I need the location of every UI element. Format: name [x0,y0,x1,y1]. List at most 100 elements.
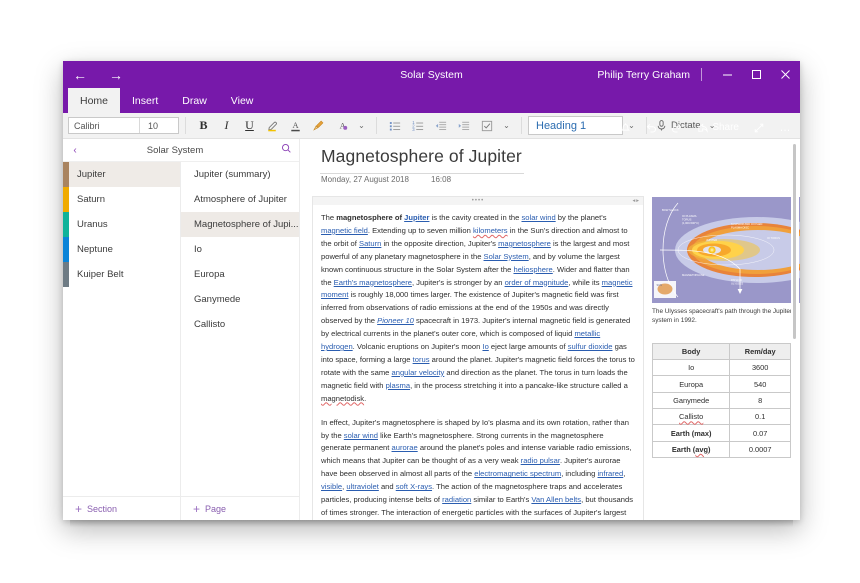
table-row[interactable]: Io 3600 [651,358,791,377]
section-color-bar [63,162,69,187]
content-block[interactable]: •••• ◂▸ The magnetosphere of Jupiter is … [312,196,644,520]
ribbon-tab-strip: Home Insert Draw View Share … [63,88,800,134]
format-painter-icon[interactable] [307,115,330,137]
plus-icon: + [75,501,83,516]
svg-text:MAGNETOPAUSE: MAGNETOPAUSE [682,273,705,277]
table-cell-body: Europa [651,375,731,393]
onenote-window: ← → Solar System Philip Terry Graham Hom… [63,61,800,520]
list-more-chevron-icon[interactable]: ⌄ [498,115,515,137]
page-title[interactable]: Magnetosphere of Jupiter [321,146,522,167]
maximize-button[interactable] [742,61,771,88]
underline-button[interactable]: U [238,115,261,137]
section-label: Saturn [77,194,105,205]
page-scrollbar-thumb[interactable] [793,144,796,339]
title-bar-right: Philip Terry Graham [597,61,800,88]
italic-button[interactable]: I [215,115,238,137]
more-options-icon[interactable]: … [772,115,798,140]
decrease-indent-icon[interactable] [429,115,452,137]
minimize-button[interactable] [713,61,742,88]
table-cell-body: Earth (max) [651,424,731,442]
table-row[interactable]: Ganymede 8 [651,391,791,410]
undo-icon[interactable] [638,115,664,140]
add-section-label: Section [87,503,118,514]
bold-button[interactable]: B [192,115,215,137]
bulleted-list-icon[interactable] [383,115,406,137]
forward-arrow-icon[interactable]: → [105,65,127,85]
highlighter-icon[interactable] [261,115,284,137]
table-cell-body: Io [651,358,731,377]
redo-icon[interactable] [664,115,690,140]
share-button[interactable]: Share [690,115,746,140]
add-section-button[interactable]: + Section [63,497,181,520]
section-item-saturn[interactable]: Saturn [63,187,180,212]
increase-indent-icon[interactable] [452,115,475,137]
page-item-io[interactable]: Io [181,237,299,262]
section-label: Kuiper Belt [77,269,124,280]
section-item-neptune[interactable]: Neptune [63,237,180,262]
figure-caption: The Ulysses spacecraft's path through th… [652,308,793,325]
drag-dots-icon: •••• [471,198,485,204]
page-item-magnetosphere-of-jupiter[interactable]: Magnetosphere of Jupi... [181,212,299,237]
page-item-ganymede[interactable]: Ganymede [181,287,299,312]
search-icon[interactable] [273,143,299,157]
notebook-navigation: ‹ Solar System Jupiter Saturn Uranus Nep… [63,139,300,520]
table-cell-value: 3600 [729,358,791,377]
numbered-list-icon[interactable]: 123 [406,115,429,137]
page-scrollbar[interactable] [791,139,799,520]
tab-insert[interactable]: Insert [120,88,170,113]
add-page-button[interactable]: + Page [181,497,299,520]
page-item-europa[interactable]: Europa [181,262,299,287]
content-block-handle[interactable]: •••• ◂▸ [312,196,644,205]
toolbar-separator-2 [376,117,377,134]
section-item-uranus[interactable]: Uranus [63,212,180,237]
font-name-input[interactable]: Calibri [69,121,139,131]
content-block-body[interactable]: The magnetosphere of Jupiter is the cavi… [312,205,644,520]
resize-handle-icon[interactable]: ◂▸ [632,198,640,204]
table-cell-value: 0.07 [729,424,791,442]
page-canvas[interactable]: Magnetosphere of Jupiter Monday, 27 Augu… [300,139,800,520]
table-cell-value: 540 [729,375,791,393]
page-item-callisto[interactable]: Callisto [181,312,299,337]
svg-text:ULYSSES: ULYSSES [731,282,743,286]
font-more-chevron-icon[interactable]: ⌄ [353,115,370,137]
page-time: 16:08 [431,175,452,184]
tab-view[interactable]: View [219,88,266,113]
app-body: ‹ Solar System Jupiter Saturn Uranus Nep… [63,139,800,520]
clear-formatting-icon[interactable]: A [330,115,353,137]
window-drop-shadow [70,520,793,527]
title-divider [701,68,702,81]
magnetosphere-diagram-image[interactable]: BOW SHOCK IO PLASMA TORUS (1,000-500°C) … [652,197,800,303]
table-row[interactable]: Earth (max) 0.07 [651,424,791,442]
table-row[interactable]: Europa 540 [651,375,791,393]
expand-ribbon-icon[interactable] [746,115,772,140]
back-arrow-icon[interactable]: ← [69,65,91,85]
notebook-name[interactable]: Solar System [77,145,273,156]
radiation-dose-table[interactable]: Body Rem/day Io 3600 Europa 540 Ganymede… [651,342,791,459]
svg-text:SUN: SUN [657,283,663,287]
tab-home[interactable]: Home [68,88,121,113]
section-color-bar [63,262,69,287]
todo-checkbox-icon[interactable] [475,115,498,137]
page-item-atmosphere-of-jupiter[interactable]: Atmosphere of Jupiter [181,187,299,212]
table-row[interactable]: Earth (avg) 0.0007 [651,440,791,459]
paragraph-1: The magnetosphere of Jupiter is the cavi… [321,213,635,403]
user-account-name[interactable]: Philip Terry Graham [597,69,690,81]
svg-text:IO PLASMA: IO PLASMA [682,214,697,218]
tell-me-lightbulb-icon[interactable] [586,115,612,140]
table-row[interactable]: Callisto 0.1 [651,408,791,426]
font-size-input[interactable]: 10 [140,121,178,131]
page-item-jupiter-summary[interactable]: Jupiter (summary) [181,162,299,187]
svg-text:JUPITER: JUPITER [706,238,717,242]
tab-draw[interactable]: Draw [170,88,219,113]
svg-text:PATH OF: PATH OF [731,278,743,282]
app-root: ← → Solar System Philip Terry Graham Hom… [0,0,860,583]
section-label: Neptune [77,244,113,255]
navigation-footer: + Section + Page [63,496,299,520]
section-item-kuiper-belt[interactable]: Kuiper Belt [63,262,180,287]
font-color-icon[interactable]: A [284,115,307,137]
close-button[interactable] [771,61,800,88]
plus-icon: + [193,501,201,516]
notifications-bell-icon[interactable] [612,115,638,140]
section-item-jupiter[interactable]: Jupiter [63,162,180,187]
figure-and-table-block[interactable]: BOW SHOCK IO PLASMA TORUS (1,000-500°C) … [651,197,800,459]
